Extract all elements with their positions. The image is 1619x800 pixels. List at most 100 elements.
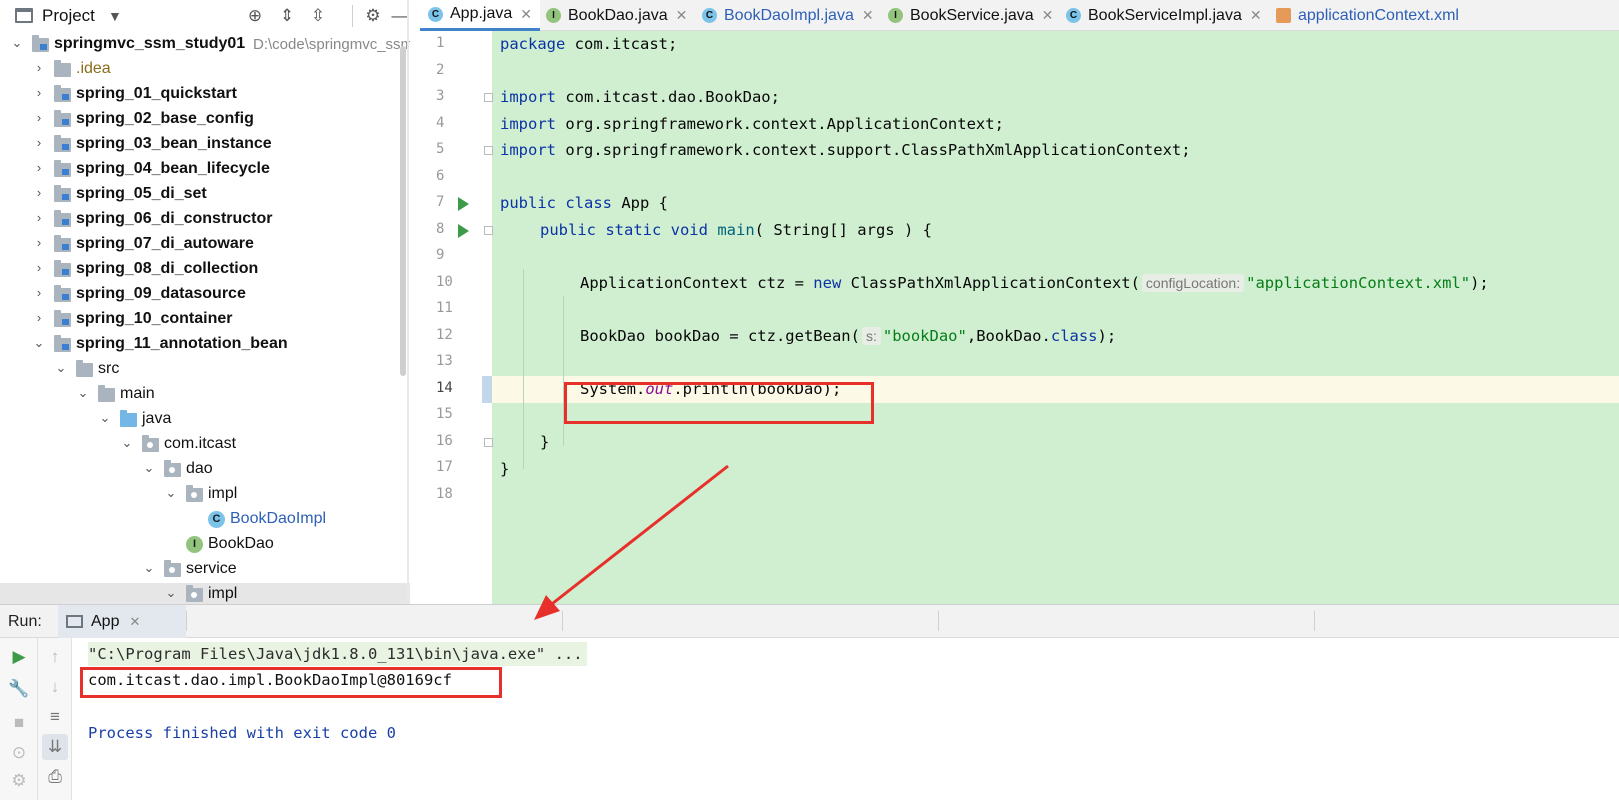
- tree-item-label: spring_08_di_collection: [76, 260, 259, 277]
- chevron-right-icon[interactable]: ›: [32, 310, 46, 325]
- tree-item[interactable]: › spring_09_datasource: [0, 283, 410, 308]
- wrench-icon[interactable]: 🔧: [6, 676, 32, 702]
- chevron-down-icon[interactable]: ⌄: [164, 485, 178, 501]
- tab-4[interactable]: C BookServiceImpl.java ✕: [1058, 0, 1270, 31]
- gear-icon[interactable]: ⚙: [362, 5, 384, 27]
- tree-item[interactable]: › spring_04_bean_lifecycle: [0, 158, 410, 183]
- stop-icon[interactable]: ■: [6, 710, 32, 736]
- close-icon[interactable]: ✕: [1042, 7, 1054, 24]
- tree-item[interactable]: ⌄ com.itcast: [0, 433, 410, 458]
- tree-item[interactable]: › spring_07_di_autoware: [0, 233, 410, 258]
- class-run-icon: C: [428, 6, 443, 22]
- tree-item[interactable]: › spring_05_di_set: [0, 183, 410, 208]
- tree-item[interactable]: › spring_08_di_collection: [0, 258, 410, 283]
- close-icon[interactable]: ✕: [676, 7, 688, 24]
- tree-item[interactable]: ⌄ dao: [0, 458, 410, 483]
- tree-item[interactable]: › spring_01_quickstart: [0, 83, 410, 108]
- chevron-right-icon[interactable]: ›: [32, 185, 46, 200]
- tab-2[interactable]: C BookDaoImpl.java ✕: [694, 0, 882, 31]
- interface-icon: I: [186, 536, 203, 553]
- tree-item[interactable]: I BookDao: [0, 533, 410, 558]
- tree-item[interactable]: › spring_02_base_config: [0, 108, 410, 133]
- camera-icon[interactable]: ⊙: [6, 740, 32, 766]
- chevron-down-icon[interactable]: ⌄: [32, 335, 46, 351]
- tree-item[interactable]: › spring_10_container: [0, 308, 410, 333]
- chevron-down-icon[interactable]: ▼: [108, 8, 122, 24]
- interface-icon: I: [888, 8, 903, 23]
- close-icon[interactable]: ✕: [520, 6, 532, 23]
- chevron-right-icon[interactable]: ›: [32, 260, 46, 275]
- module-folder-icon: [54, 185, 71, 202]
- tab-0[interactable]: C App.java ✕: [420, 0, 540, 31]
- class-icon: C: [1066, 8, 1081, 23]
- run-tab-app[interactable]: App ✕: [58, 605, 186, 638]
- chevron-down-icon[interactable]: ⌄: [54, 360, 68, 376]
- chevron-right-icon[interactable]: ›: [32, 60, 46, 75]
- chevron-right-icon[interactable]: ›: [32, 110, 46, 125]
- fold-marker-icon[interactable]: [484, 93, 493, 102]
- collapse-all-icon[interactable]: ⇳: [307, 5, 329, 27]
- chevron-down-icon[interactable]: ⌄: [10, 35, 24, 51]
- fold-marker-icon[interactable]: [484, 146, 493, 155]
- code-line-1: package com.itcast;: [500, 35, 678, 53]
- tree-item[interactable]: ⌄ springmvc_ssm_study01 D:\code\springmvc_…: [0, 33, 410, 58]
- run-gutter-icon[interactable]: [458, 224, 469, 238]
- soft-wrap-icon[interactable]: ≡: [42, 704, 68, 730]
- chevron-right-icon[interactable]: ›: [32, 85, 46, 100]
- xml-icon: [1276, 8, 1291, 23]
- tree-item[interactable]: ⌄ java: [0, 408, 410, 433]
- fold-marker-icon[interactable]: [484, 226, 493, 235]
- close-icon[interactable]: ✕: [862, 7, 874, 24]
- settings-icon[interactable]: ⚙: [6, 768, 32, 794]
- tree-item[interactable]: ⌄ src: [0, 358, 410, 383]
- run-gutter-icon[interactable]: [458, 197, 469, 211]
- chevron-right-icon[interactable]: ›: [32, 210, 46, 225]
- console-output[interactable]: "C:\Program Files\Java\jdk1.8.0_131\bin\…: [80, 638, 1619, 800]
- chevron-down-icon[interactable]: ⌄: [142, 560, 156, 576]
- code-line-17: }: [500, 460, 510, 478]
- arrow-up-icon[interactable]: ↑: [42, 644, 68, 670]
- fold-marker-icon[interactable]: [484, 438, 493, 447]
- module-folder-icon: [54, 335, 71, 352]
- tree-item[interactable]: ⌄ impl: [0, 583, 410, 604]
- code-editor[interactable]: 1 2 3 4 5 6 7 8 9 10 11 12 13 14 15 16 17 18 package com.…: [420, 31, 1619, 604]
- tree-item[interactable]: ⌄ service: [0, 558, 410, 583]
- tree-scrollbar[interactable]: [400, 46, 406, 376]
- tree-item[interactable]: ⌄ impl: [0, 483, 410, 508]
- tab-3[interactable]: I BookService.java ✕: [880, 0, 1061, 31]
- close-icon[interactable]: ✕: [1250, 7, 1262, 24]
- chevron-right-icon[interactable]: ›: [32, 235, 46, 250]
- project-title[interactable]: Project: [42, 6, 95, 26]
- close-icon[interactable]: ✕: [129, 614, 140, 630]
- rerun-icon[interactable]: ▶: [6, 644, 32, 670]
- tree-item-label: main: [120, 385, 155, 402]
- scroll-to-end-icon[interactable]: ⇊: [42, 734, 68, 760]
- module-folder-icon: [54, 110, 71, 127]
- panel-divider[interactable]: [407, 0, 409, 604]
- tree-item[interactable]: ⌄ main: [0, 383, 410, 408]
- tab-1[interactable]: I BookDao.java ✕: [538, 0, 695, 31]
- locate-icon[interactable]: ⊕: [244, 5, 266, 27]
- chevron-right-icon[interactable]: ›: [32, 135, 46, 150]
- module-folder-icon: [54, 210, 71, 227]
- chevron-right-icon[interactable]: ›: [32, 160, 46, 175]
- print-icon[interactable]: ⎙: [42, 764, 68, 790]
- tab-label: BookDaoImpl.java: [724, 6, 854, 24]
- tab-label: BookServiceImpl.java: [1088, 6, 1242, 24]
- tab-5[interactable]: applicationContext.xml: [1268, 0, 1467, 31]
- tree-item[interactable]: › spring_06_di_constructor: [0, 208, 410, 233]
- tree-item[interactable]: C BookDaoImpl: [0, 508, 410, 533]
- chevron-down-icon[interactable]: ⌄: [164, 585, 178, 601]
- chevron-down-icon[interactable]: ⌄: [120, 435, 134, 451]
- chevron-down-icon[interactable]: ⌄: [98, 410, 112, 426]
- code-line-3: import com.itcast.dao.BookDao;: [500, 88, 780, 106]
- tree-item[interactable]: › .idea: [0, 58, 410, 83]
- arrow-down-icon[interactable]: ↓: [42, 674, 68, 700]
- chevron-down-icon[interactable]: ⌄: [76, 385, 90, 401]
- expand-all-icon[interactable]: ⇕: [276, 5, 298, 27]
- tree-item[interactable]: ⌄ spring_11_annotation_bean: [0, 333, 410, 358]
- chevron-right-icon[interactable]: ›: [32, 285, 46, 300]
- line-number: 9: [436, 247, 445, 263]
- tree-item[interactable]: › spring_03_bean_instance: [0, 133, 410, 158]
- chevron-down-icon[interactable]: ⌄: [142, 460, 156, 476]
